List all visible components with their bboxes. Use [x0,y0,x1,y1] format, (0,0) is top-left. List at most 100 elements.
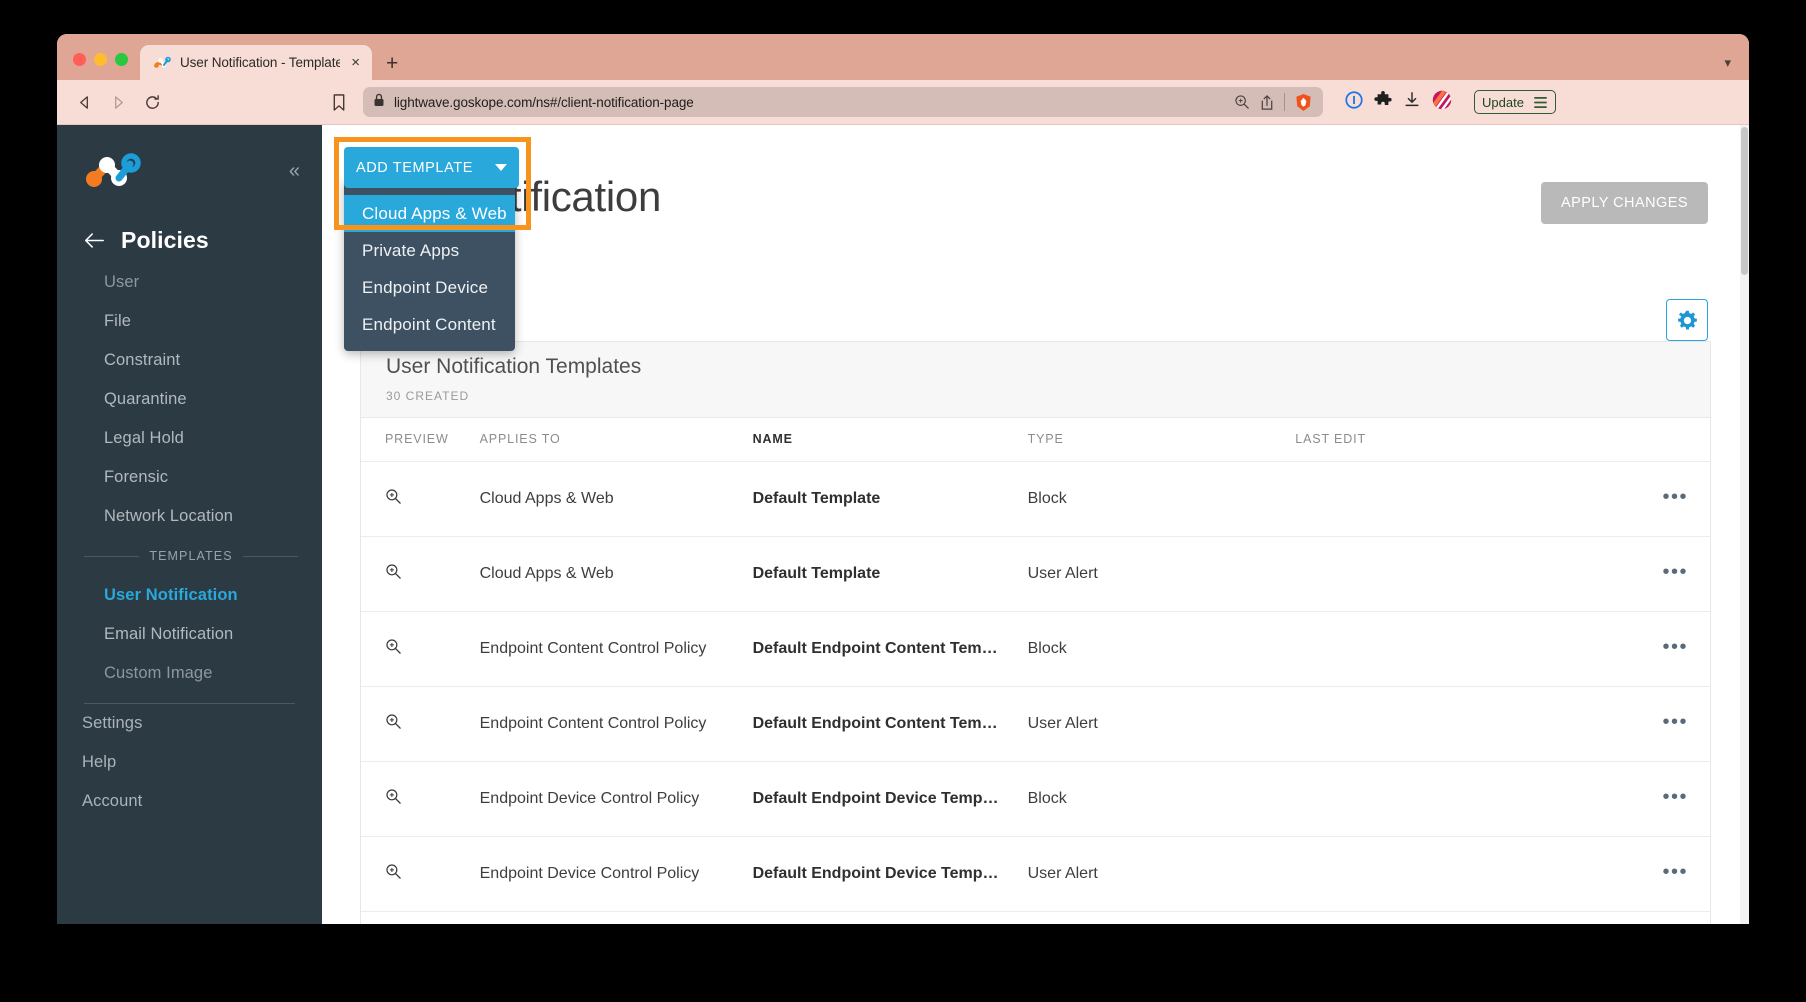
more-options-icon[interactable]: ••• [1662,786,1688,808]
sidebar-item-file[interactable]: File [57,302,322,341]
bookmark-icon[interactable] [321,94,357,111]
magnifier-preview-icon[interactable] [385,638,402,660]
row-actions-cell[interactable]: ••• [1573,836,1710,911]
row-actions-cell[interactable]: ••• [1573,461,1710,536]
reload-button[interactable] [137,87,167,117]
table-row[interactable]: Endpoint Device Control PolicyDefault En… [361,761,1710,836]
info-circle-icon[interactable] [1345,91,1363,114]
magnifier-preview-icon[interactable] [385,713,402,735]
row-type-cell: Block [1028,611,1296,686]
forward-button[interactable] [103,87,133,117]
lock-icon [373,93,385,112]
netskope-logo-icon [85,152,141,190]
row-type-cell: Block [1028,761,1296,836]
magnifier-preview-icon[interactable] [385,863,402,885]
share-icon[interactable] [1259,94,1275,111]
chevron-down-icon[interactable]: ▾ [1724,55,1731,71]
sidebar-item-user-notification[interactable]: User Notification [57,576,322,615]
window-controls[interactable] [57,53,140,80]
add-template-control: ADD TEMPLATE Cloud Apps & Web Private Ap… [344,147,519,188]
sidebar-item-user[interactable]: User [57,263,322,302]
column-header-name[interactable]: NAME [753,418,1028,461]
row-name-cell: Default Template [753,461,1028,536]
browser-tab-title: User Notification - Templates - [180,55,340,70]
more-options-icon[interactable]: ••• [1662,711,1688,733]
row-preview-cell[interactable] [361,461,480,536]
netskope-logo-icon [154,55,171,70]
sidebar-section-label: TEMPLATES [149,549,232,563]
app-page: « Policies User File Constraint Quaranti… [57,125,1749,924]
row-actions-cell[interactable]: ••• [1573,686,1710,761]
collapse-sidebar-icon[interactable]: « [289,160,300,183]
row-preview-cell[interactable] [361,686,480,761]
column-header-preview[interactable]: PREVIEW [361,418,480,461]
column-header-applies-to[interactable]: APPLIES TO [480,418,753,461]
sidebar-item-account[interactable]: Account [57,782,322,821]
row-last-edit-cell [1295,611,1573,686]
page-scrollbar-thumb[interactable] [1741,127,1748,275]
settings-gear-button[interactable] [1666,299,1708,341]
magnifier-preview-icon[interactable] [385,488,402,510]
app-sidebar: « Policies User File Constraint Quaranti… [57,125,322,924]
row-preview-cell[interactable] [361,761,480,836]
download-icon[interactable] [1403,91,1421,114]
sidebar-item-network-location[interactable]: Network Location [57,497,322,536]
close-tab-button[interactable]: × [349,55,362,70]
sidebar-section-templates: TEMPLATES [57,536,322,576]
table-row[interactable]: Endpoint Content Control PolicyDefault E… [361,686,1710,761]
zoom-in-icon[interactable] [1234,94,1250,110]
dropdown-item-endpoint-content[interactable]: Endpoint Content [344,306,515,343]
sidebar-item-custom-image[interactable]: Custom Image [57,654,322,693]
magnifier-preview-icon[interactable] [385,788,402,810]
magnifier-preview-icon[interactable] [385,563,402,585]
maximize-window-button[interactable] [115,53,128,66]
dropdown-item-private-apps[interactable]: Private Apps [344,232,515,269]
sidebar-item-forensic[interactable]: Forensic [57,458,322,497]
row-actions-cell[interactable]: ••• [1573,761,1710,836]
row-type-cell: User Alert [1028,686,1296,761]
row-type-cell: User Alert [1028,836,1296,911]
table-row[interactable]: Endpoint Device Control PolicyDefault En… [361,836,1710,911]
more-options-icon[interactable]: ••• [1662,486,1688,508]
row-preview-cell[interactable] [361,611,480,686]
dropdown-item-cloud-apps-web[interactable]: Cloud Apps & Web [344,195,515,232]
apply-changes-button[interactable]: APPLY CHANGES [1541,182,1708,224]
sidebar-back-to-policies[interactable]: Policies [57,217,322,263]
profile-avatar-icon[interactable] [1432,90,1452,115]
column-header-last-edit[interactable]: LAST EDIT [1295,418,1573,461]
table-row[interactable]: Cloud Apps & WebDefault TemplateUser Ale… [361,536,1710,611]
more-options-icon[interactable]: ••• [1662,561,1688,583]
minimize-window-button[interactable] [94,53,107,66]
sidebar-item-constraint[interactable]: Constraint [57,341,322,380]
column-header-type[interactable]: TYPE [1028,418,1296,461]
browser-tab-strip: User Notification - Templates - × + ▾ [57,34,1749,80]
page-scrollbar[interactable] [1740,125,1749,924]
more-options-icon[interactable]: ••• [1662,636,1688,658]
add-template-button[interactable]: ADD TEMPLATE [344,147,519,188]
back-button[interactable] [69,87,99,117]
sidebar-item-email-notification[interactable]: Email Notification [57,615,322,654]
close-window-button[interactable] [73,53,86,66]
table-body: Cloud Apps & WebDefault TemplateBlock•••… [361,461,1710,911]
puzzle-piece-icon[interactable] [1374,91,1392,114]
sidebar-item-legal-hold[interactable]: Legal Hold [57,419,322,458]
brave-shield-icon[interactable] [1294,93,1313,112]
table-row[interactable]: Cloud Apps & WebDefault TemplateBlock••• [361,461,1710,536]
sidebar-item-quarantine[interactable]: Quarantine [57,380,322,419]
sidebar-item-settings[interactable]: Settings [57,704,322,743]
row-actions-cell[interactable]: ••• [1573,611,1710,686]
update-button[interactable]: Update [1474,90,1556,114]
dropdown-item-endpoint-device[interactable]: Endpoint Device [344,269,515,306]
new-tab-button[interactable]: + [372,53,412,80]
address-bar[interactable]: lightwave.goskope.com/ns#/client-notific… [363,87,1323,117]
browser-tab[interactable]: User Notification - Templates - × [140,45,372,80]
row-preview-cell[interactable] [361,836,480,911]
more-options-icon[interactable]: ••• [1662,861,1688,883]
row-actions-cell[interactable]: ••• [1573,536,1710,611]
table-row[interactable]: Endpoint Content Control PolicyDefault E… [361,611,1710,686]
row-preview-cell[interactable] [361,536,480,611]
row-applies-to-cell: Endpoint Content Control Policy [480,686,753,761]
back-arrow-icon [83,232,105,249]
sidebar-item-help[interactable]: Help [57,743,322,782]
row-name-cell: Default Template [753,536,1028,611]
